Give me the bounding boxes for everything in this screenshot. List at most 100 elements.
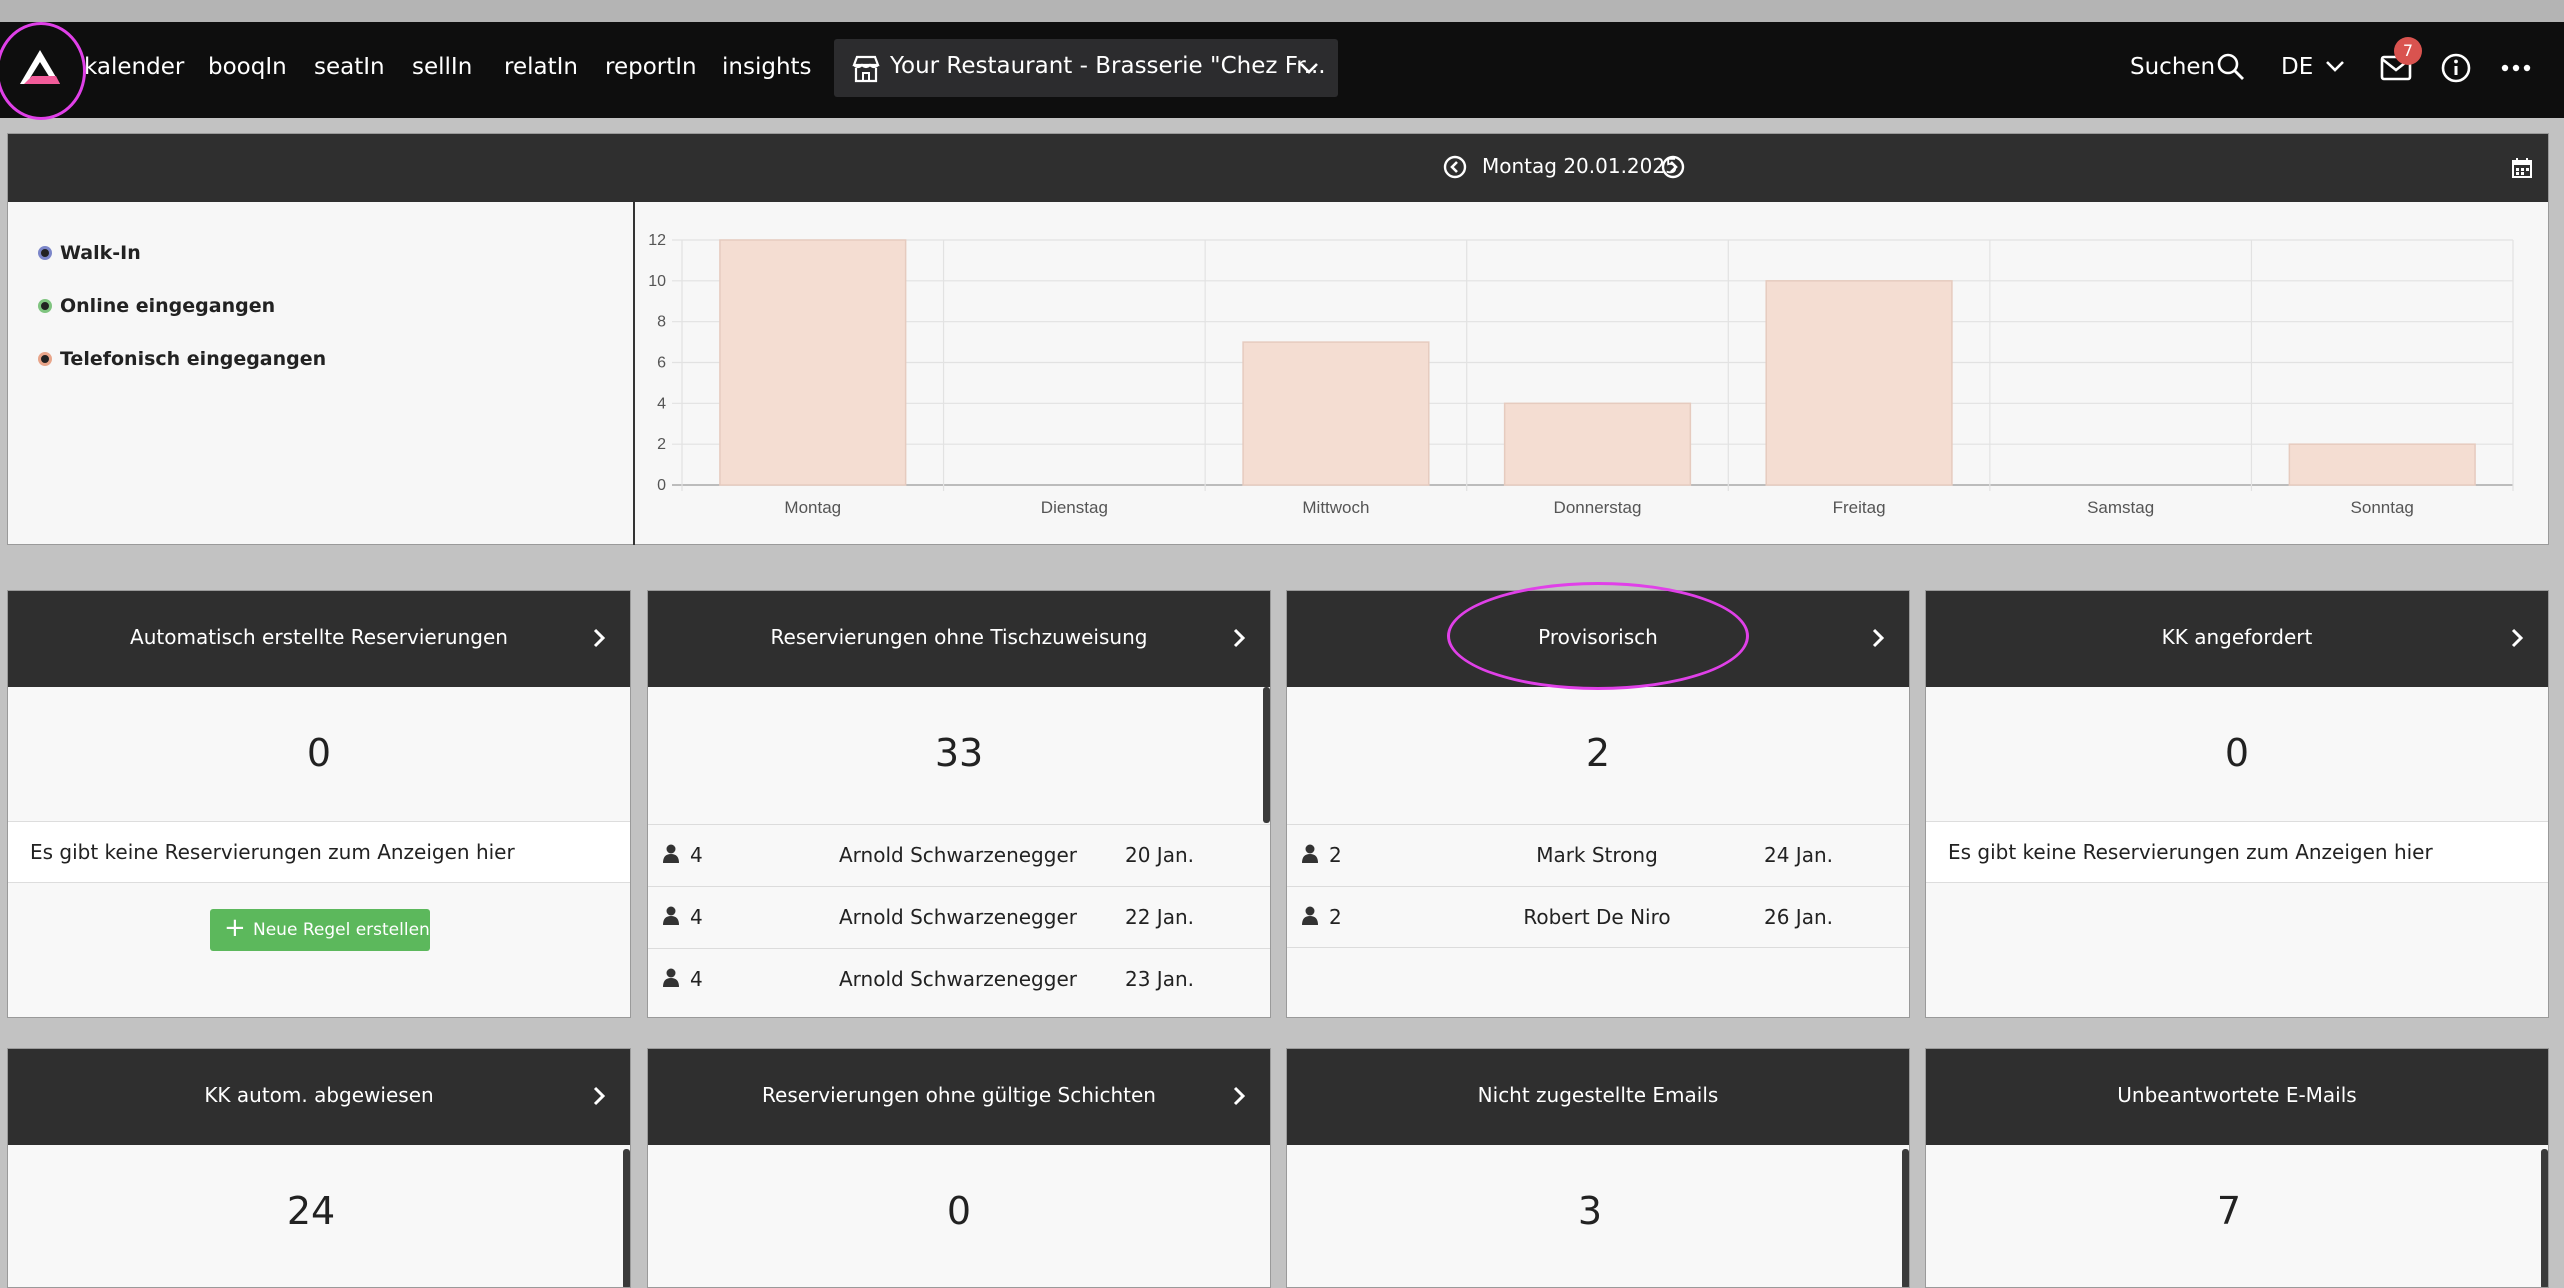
card-cc-auto-rejected-header[interactable]: KK autom. abgewiesen [8, 1049, 630, 1145]
reservation-date: 22 Jan. [1125, 905, 1194, 929]
calendar-icon[interactable] [2511, 157, 2533, 179]
card-title: Automatisch erstellte Reservierungen [130, 625, 508, 649]
nav-insights[interactable]: insights [722, 54, 812, 80]
legend-item-online[interactable]: Online eingegangen [38, 295, 275, 317]
empty-message-text: Es gibt keine Reservierungen zum Anzeige… [1948, 840, 2433, 864]
chevron-right-icon [1233, 1086, 1246, 1106]
card-title: KK autom. abgewiesen [204, 1083, 434, 1107]
legend-dot-walk-in [38, 246, 52, 260]
chevron-right-icon [593, 628, 606, 648]
nav-relatin[interactable]: relatIn [504, 54, 578, 80]
nav-seatin[interactable]: seatIn [314, 54, 385, 80]
list-item[interactable]: 4 Arnold Schwarzenegger 22 Jan. [648, 886, 1270, 948]
legend-label-online: Online eingegangen [60, 295, 276, 317]
card-title: Unbeantwortete E-Mails [2117, 1083, 2357, 1107]
previous-day-icon[interactable] [1442, 154, 1468, 180]
legend-item-phone[interactable]: Telefonisch eingegangen [38, 348, 326, 370]
x-tick-label: Mittwoch [1302, 498, 1369, 517]
scrollbar-thumb[interactable] [1263, 687, 1270, 823]
chevron-right-icon [593, 1086, 606, 1106]
empty-message: Es gibt keine Reservierungen zum Anzeige… [1926, 821, 2548, 883]
highlight-circle-provisional [1447, 582, 1749, 690]
bar-freitag [1765, 280, 1953, 486]
y-tick-label: 10 [648, 273, 666, 290]
info-icon[interactable] [2440, 52, 2472, 84]
card-no-valid-shifts-header[interactable]: Reservierungen ohne gültige Schichten [648, 1049, 1270, 1145]
card-auto-reservations-header[interactable]: Automatisch erstellte Reservierungen [8, 591, 630, 687]
reservation-date: 23 Jan. [1125, 967, 1194, 991]
chevron-down-icon [1300, 63, 1318, 74]
highlight-circle-logo [0, 22, 86, 120]
nav-reportin[interactable]: reportIn [605, 54, 697, 80]
list-item[interactable]: 4 Arnold Schwarzenegger 20 Jan. [648, 824, 1270, 886]
x-tick-label: Montag [784, 498, 841, 517]
scrollbar-thumb[interactable] [623, 1149, 630, 1287]
legend-label-phone: Telefonisch eingegangen [60, 348, 327, 370]
card-count: 3 [1577, 1189, 1603, 1233]
card-count: 0 [946, 1189, 972, 1233]
chevron-right-icon [1233, 628, 1246, 648]
card-count: 0 [2224, 731, 2250, 775]
card-count: 33 [934, 731, 984, 775]
card-auto-reservations: Automatisch erstellte Reservierungen 0 E… [7, 590, 631, 1018]
card-count: 7 [2216, 1189, 2242, 1233]
card-no-table-header[interactable]: Reservierungen ohne Tischzuweisung [648, 591, 1270, 687]
next-day-icon[interactable] [1660, 154, 1686, 180]
guest-name: Robert De Niro [1523, 905, 1671, 929]
guest-name: Arnold Schwarzenegger [839, 905, 1077, 929]
x-tick-label: Sonntag [2351, 498, 2414, 517]
card-count: 0 [306, 731, 332, 775]
card-unanswered-emails-header[interactable]: Unbeantwortete E-Mails [1926, 1049, 2548, 1145]
y-tick-label: 8 [657, 314, 666, 331]
mail-badge: 7 [2394, 37, 2422, 65]
card-count: 24 [286, 1189, 336, 1233]
nav-kalender[interactable]: kalender [84, 54, 184, 80]
window-top-strip [0, 0, 2564, 22]
x-tick-label: Samstag [2087, 498, 2154, 517]
reservation-date: 24 Jan. [1764, 843, 1833, 867]
chevron-right-icon [2511, 628, 2524, 648]
nav-sellin[interactable]: sellIn [412, 54, 472, 80]
card-title: Reservierungen ohne Tischzuweisung [770, 625, 1148, 649]
card-no-valid-shifts: Reservierungen ohne gültige Schichten 0 [647, 1048, 1271, 1288]
restaurant-name: Your Restaurant - Brasserie "Chez Fr... [890, 53, 1326, 79]
plus-icon: + [224, 913, 246, 943]
store-icon [852, 55, 880, 83]
reservations-chart-panel: Montag 20.01.2025 Walk-In Online eingega… [7, 133, 2549, 545]
card-cc-requested: KK angefordert 0 Es gibt keine Reservier… [1925, 590, 2549, 1018]
legend-item-walk-in[interactable]: Walk-In [38, 242, 141, 264]
scrollbar-thumb[interactable] [1902, 1149, 1909, 1287]
card-cc-requested-header[interactable]: KK angefordert [1926, 591, 2548, 687]
create-rule-button[interactable]: + Neue Regel erstellen [210, 909, 430, 951]
party-size: 2 [1329, 843, 1342, 867]
y-tick-label: 0 [657, 477, 666, 494]
restaurant-selector[interactable]: Your Restaurant - Brasserie "Chez Fr... [834, 39, 1338, 97]
empty-message: Es gibt keine Reservierungen zum Anzeige… [8, 821, 630, 883]
more-menu-icon[interactable] [2500, 62, 2532, 74]
y-tick-label: 6 [657, 355, 666, 372]
card-title: Nicht zugestellte Emails [1477, 1083, 1719, 1107]
y-tick-label: 2 [657, 436, 666, 453]
list-item[interactable]: 2 Mark Strong 24 Jan. [1287, 824, 1909, 886]
person-icon [1302, 844, 1318, 863]
reservation-date: 20 Jan. [1125, 843, 1194, 867]
nav-booqin[interactable]: booqIn [208, 54, 287, 80]
x-tick-label: Freitag [1833, 498, 1886, 517]
card-undelivered-emails-header[interactable]: Nicht zugestellte Emails [1287, 1049, 1909, 1145]
scrollbar-thumb[interactable] [2541, 1149, 2548, 1287]
card-cc-auto-rejected: KK autom. abgewiesen 24 [7, 1048, 631, 1288]
card-undelivered-emails: Nicht zugestellte Emails 3 [1286, 1048, 1910, 1288]
card-count: 2 [1585, 731, 1611, 775]
language-selector[interactable]: DE [2281, 54, 2313, 80]
list-item[interactable]: 2 Robert De Niro 26 Jan. [1287, 886, 1909, 948]
search-icon[interactable] [2216, 52, 2246, 82]
x-tick-label: Donnerstag [1554, 498, 1642, 517]
list-item[interactable]: 4 Arnold Schwarzenegger 23 Jan. [648, 948, 1270, 1010]
person-icon [1302, 906, 1318, 925]
party-size: 2 [1329, 905, 1342, 929]
search-label[interactable]: Suchen [2130, 54, 2215, 80]
chevron-right-icon [1872, 628, 1885, 648]
bar-mittwoch [1242, 341, 1430, 486]
language-chevron-down-icon[interactable] [2324, 58, 2346, 76]
party-size: 4 [690, 843, 703, 867]
